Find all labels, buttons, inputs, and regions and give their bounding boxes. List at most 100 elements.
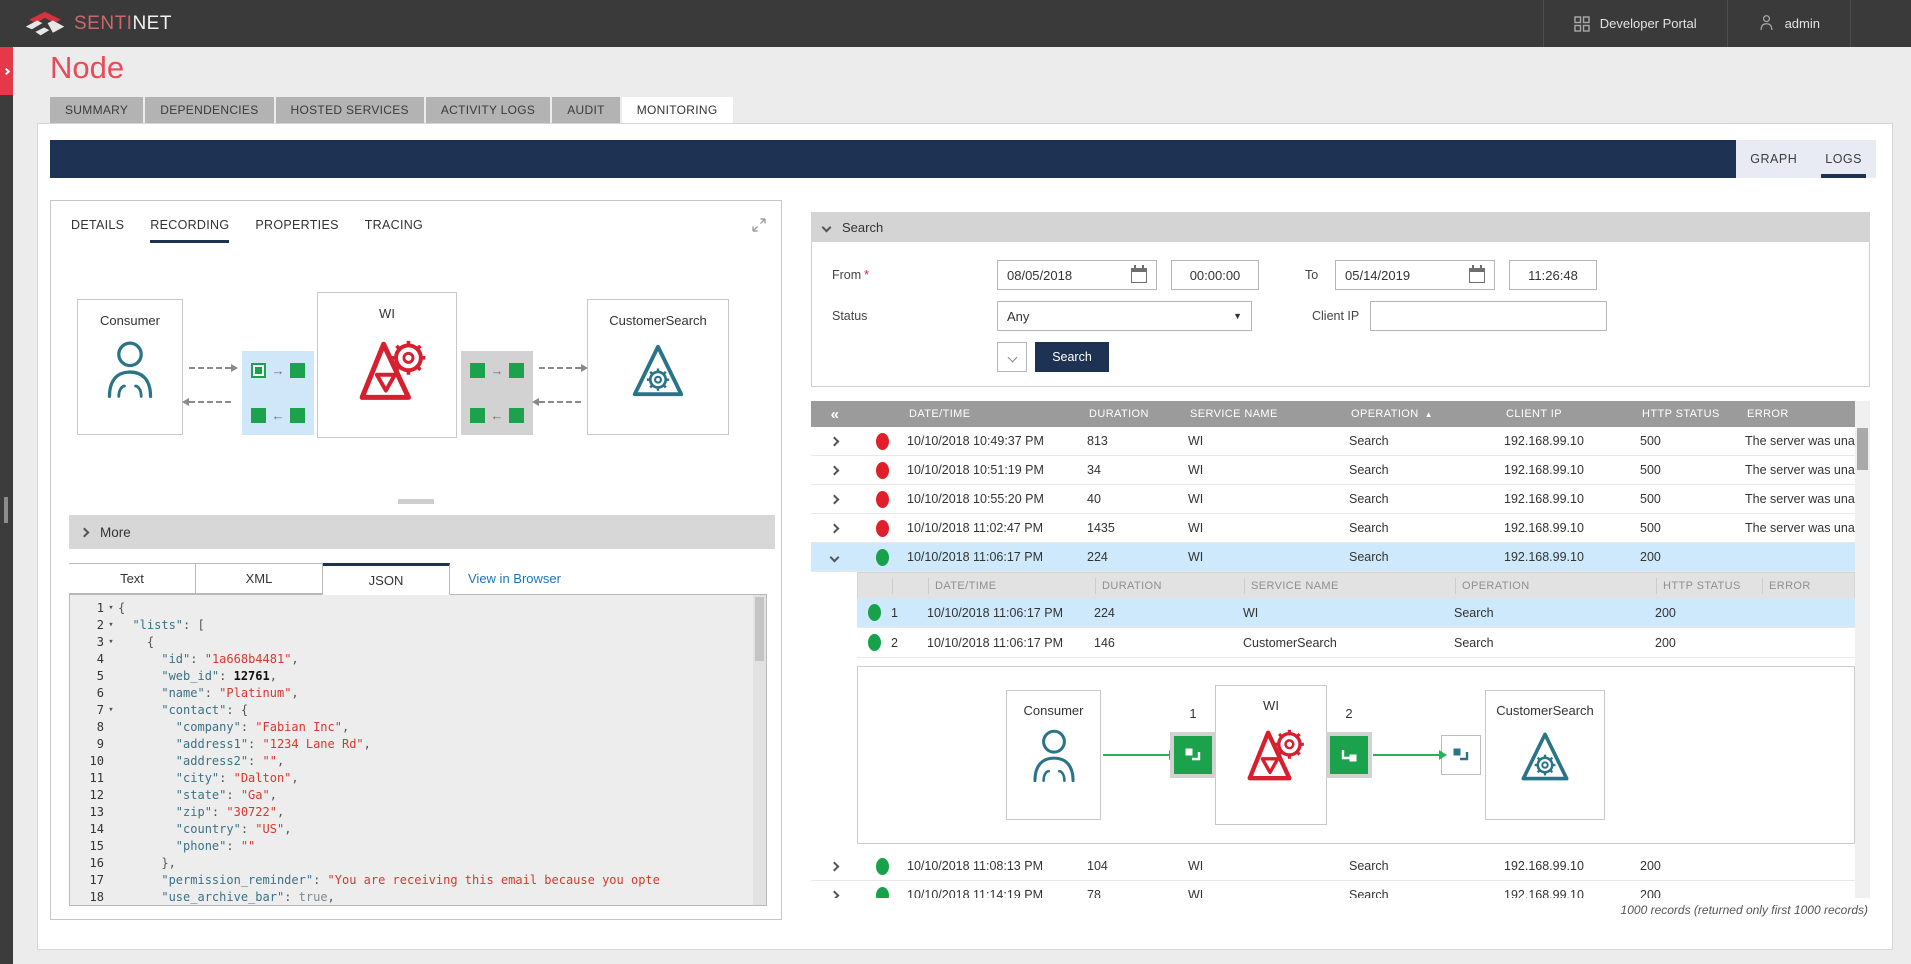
view-in-browser-link[interactable]: View in Browser [468,571,561,586]
column-header-client-ip[interactable]: CLIENT IP [1504,408,1640,420]
subgrid-column-header-http-status[interactable]: HTTP STATUS [1656,578,1762,594]
tab-activity-logs[interactable]: ACTIVITY LOGS [426,97,550,123]
sidebar-expand-button[interactable] [0,47,13,95]
row-expander[interactable] [811,863,857,870]
diagram-node-customersearch[interactable]: CustomerSearch [587,299,729,435]
flow-node-customersearch[interactable]: CustomerSearch [1485,690,1605,820]
row-expander[interactable] [811,438,857,445]
column-header-date-time[interactable]: DATE/TIME [907,408,1087,420]
log-row[interactable]: 10/10/2018 10:49:37 PM813WISearch192.168… [811,427,1855,456]
line-number: 10 [78,753,104,770]
subgrid-column-header-service-name[interactable]: SERVICE NAME [1244,578,1455,594]
calendar-icon[interactable] [1469,268,1485,283]
toggle-graph[interactable]: GRAPH [1736,140,1811,178]
row-expander[interactable] [811,892,857,899]
to-date-input[interactable]: 05/14/2019 [1335,260,1495,290]
cell-http-status: 500 [1640,434,1745,448]
brand-logo[interactable]: SENTINET [0,9,172,39]
calendar-icon[interactable] [1131,268,1147,283]
content-tab-xml[interactable]: XML [196,563,323,594]
fold-toggle-icon[interactable]: ▾ [104,702,118,719]
client-ip-input[interactable] [1370,301,1607,331]
more-expander[interactable]: More [69,515,775,549]
cell-service-name: WI [1243,606,1454,620]
content-tab-text[interactable]: Text [69,563,196,594]
toggle-logs[interactable]: LOGS [1811,140,1876,178]
tab-audit[interactable]: AUDIT [552,97,620,123]
to-time-input[interactable]: 11:26:48 [1509,260,1597,290]
exchange-block[interactable]: → ← [461,351,533,435]
flow-node-consumer[interactable]: Consumer [1006,690,1101,820]
cell-datetime: 10/10/2018 11:02:47 PM [907,521,1087,535]
from-time-input[interactable]: 00:00:00 [1171,260,1259,290]
subgrid-column-header-duration[interactable]: DURATION [1095,578,1244,594]
column-header-operation[interactable]: OPERATION▲ [1349,408,1504,420]
chevron-right-icon [829,436,839,446]
panel-tab-tracing[interactable]: TRACING [365,218,423,243]
logs-panel: Search From* 08/05/2018 00:00:00 To 05/1… [799,200,1882,946]
subgrid-column-header-date-time[interactable]: DATE/TIME [928,578,1095,594]
tab-dependencies[interactable]: DEPENDENCIES [145,97,273,123]
search-section-header[interactable]: Search [811,212,1870,242]
from-time-value: 00:00:00 [1190,268,1241,283]
log-row[interactable]: 10/10/2018 10:55:20 PM40WISearch192.168.… [811,485,1855,514]
flow-node-wi[interactable]: WI [1215,685,1327,825]
panel-tab-properties[interactable]: PROPERTIES [255,218,338,243]
subgrid-column-header-error[interactable]: ERROR [1762,578,1854,594]
developer-portal-link[interactable]: Developer Portal [1543,0,1727,47]
code-scrollbar[interactable] [753,595,766,905]
user-menu[interactable]: admin [1727,0,1851,47]
transaction-row[interactable]: 210/10/2018 11:06:17 PM146CustomerSearch… [857,628,1855,658]
collapse-all-button[interactable]: « [811,406,857,423]
log-row[interactable]: 10/10/2018 10:51:19 PM34WISearch192.168.… [811,456,1855,485]
row-expander[interactable] [811,467,857,474]
log-row[interactable]: 10/10/2018 11:08:13 PM104WISearch192.168… [811,852,1855,881]
message-step-1[interactable]: 1 [1170,732,1216,778]
subgrid-column-header-operation[interactable]: OPERATION [1455,578,1656,594]
from-date-input[interactable]: 08/05/2018 [997,260,1157,290]
code-scrollbar-thumb[interactable] [755,597,764,661]
resize-gutter[interactable] [51,495,781,507]
line-number: 13 [78,804,104,821]
grid-scrollbar-thumb[interactable] [1857,428,1868,470]
transaction-row[interactable]: 110/10/2018 11:06:17 PM224WISearch200 [857,598,1855,628]
tab-monitoring[interactable]: MONITORING [622,97,733,123]
log-row[interactable]: 10/10/2018 11:14:19 PM78WISearch192.168.… [811,881,1855,898]
tab-hosted-services[interactable]: HOSTED SERVICES [276,97,424,123]
search-options-dropdown-button[interactable] [997,342,1027,372]
status-select[interactable]: Any ▼ [997,301,1252,331]
content-tab-json[interactable]: JSON [323,563,450,595]
json-code-viewer[interactable]: 1▾{2▾ "lists": [3▾ {4 "id": "1a668b4481"… [69,594,767,906]
grid-scrollbar[interactable] [1855,401,1870,898]
message-step-small[interactable] [1441,735,1481,775]
row-expander[interactable] [811,496,857,503]
panel-tab-recording[interactable]: RECORDING [150,218,229,243]
line-number: 18 [78,889,104,906]
row-expander[interactable] [811,554,857,561]
message-step-2[interactable]: 2 [1326,732,1372,778]
fold-toggle-icon[interactable]: ▾ [104,634,118,651]
status-cell [857,604,891,621]
exchange-block-selected[interactable]: → ← [242,351,314,435]
column-header-service-name[interactable]: SERVICE NAME [1188,408,1349,420]
search-button[interactable]: Search [1035,342,1109,372]
column-header-duration[interactable]: DURATION [1087,408,1188,420]
diagram-node-consumer[interactable]: Consumer [77,299,183,435]
log-row[interactable]: 10/10/2018 11:02:47 PM1435WISearch192.16… [811,514,1855,543]
tab-summary[interactable]: SUMMARY [50,97,143,123]
fold-toggle-icon[interactable]: ▾ [104,617,118,634]
panel-tab-details[interactable]: DETAILS [71,218,124,243]
subgrid-status-header [858,578,892,594]
message-square [509,408,524,423]
code-line: 14 "country": "US", [78,821,748,838]
collapsed-sidebar [0,47,13,964]
cell-error: The server was una... [1745,463,1855,477]
expand-panel-button[interactable] [751,217,767,238]
diagram-node-wi[interactable]: WI [317,292,457,438]
sidebar-handle[interactable] [4,497,8,523]
column-header-http-status[interactable]: HTTP STATUS [1640,408,1745,420]
log-row[interactable]: 10/10/2018 11:06:17 PM224WISearch192.168… [811,543,1855,572]
column-header-error[interactable]: ERROR [1745,408,1855,420]
row-expander[interactable] [811,525,857,532]
fold-toggle-icon[interactable]: ▾ [104,600,118,617]
